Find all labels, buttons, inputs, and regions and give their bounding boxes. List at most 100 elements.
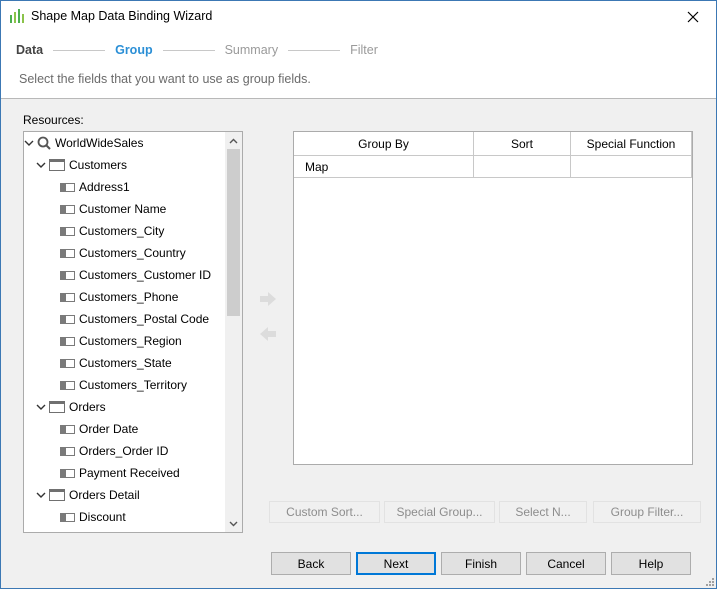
- tree-node-label: Customers_Phone: [79, 290, 179, 304]
- tree-field-node[interactable]: Customers_Phone: [60, 286, 178, 308]
- field-icon: [60, 446, 75, 456]
- chart-app-icon: [10, 9, 24, 23]
- tree-node-label: Orders_Order ID: [79, 444, 169, 458]
- table-icon: [49, 159, 65, 171]
- step-group[interactable]: Group: [115, 43, 153, 57]
- field-icon: [60, 182, 75, 192]
- add-field-button[interactable]: [258, 290, 278, 308]
- field-icon: [60, 512, 75, 522]
- resources-tree[interactable]: WorldWideSales Customers Address1 Customer…: [23, 131, 243, 533]
- tree-node-label: Customers_Territory: [79, 378, 188, 392]
- scroll-thumb[interactable]: [227, 149, 240, 316]
- custom-sort-button[interactable]: Custom Sort...: [269, 501, 380, 523]
- tree-root-label: WorldWideSales: [55, 136, 144, 150]
- chevron-down-icon[interactable]: [24, 138, 34, 148]
- tree-field-node[interactable]: Customer Name: [60, 198, 166, 220]
- table-icon: [49, 489, 65, 501]
- chevron-down-icon[interactable]: [36, 402, 46, 412]
- column-header-special-function: Special Function: [571, 132, 692, 156]
- special-group-button[interactable]: Special Group...: [384, 501, 495, 523]
- next-button[interactable]: Next: [356, 552, 436, 575]
- tree-node-label: Customer Name: [79, 202, 167, 216]
- tree-field-node[interactable]: Orders_Order ID: [60, 440, 168, 462]
- chevron-down-icon[interactable]: [36, 160, 46, 170]
- title-bar: Shape Map Data Binding Wizard: [1, 1, 716, 32]
- arrow-left-icon: [260, 327, 276, 341]
- back-button[interactable]: Back: [271, 552, 351, 575]
- finish-button[interactable]: Finish: [441, 552, 521, 575]
- step-divider: [288, 49, 341, 51]
- tree-node-label: Address1: [79, 180, 130, 194]
- step-summary[interactable]: Summary: [225, 43, 278, 57]
- step-data[interactable]: Data: [16, 43, 43, 57]
- tree-field-node[interactable]: Payment Received: [60, 462, 180, 484]
- field-icon: [60, 292, 75, 302]
- tree-node-label: Orders Detail: [69, 488, 140, 502]
- arrow-right-icon: [260, 292, 276, 306]
- resize-grip-icon[interactable]: [704, 576, 714, 586]
- field-icon: [60, 424, 75, 434]
- chevron-up-icon: [229, 138, 238, 143]
- tree-node-label: Customers_Region: [79, 334, 182, 348]
- tree-node-label: Customers_Postal Code: [79, 312, 210, 326]
- cancel-button[interactable]: Cancel: [526, 552, 606, 575]
- resources-label: Resources:: [23, 113, 84, 127]
- chevron-down-icon[interactable]: [36, 490, 46, 500]
- tree-node-label: Order Date: [79, 422, 139, 436]
- tree-field-node[interactable]: Order Date: [60, 418, 138, 440]
- tree-table-node[interactable]: Orders Detail: [36, 484, 140, 506]
- wizard-window: Shape Map Data Binding Wizard Data Group…: [0, 0, 717, 589]
- chevron-down-icon: [229, 521, 238, 526]
- wizard-header: Data Group Summary Filter Select the fie…: [1, 32, 716, 99]
- tree-field-node[interactable]: Customers_City: [60, 220, 164, 242]
- tree-node-label: Customers: [69, 158, 128, 172]
- tree-field-node[interactable]: Address1: [60, 176, 130, 198]
- tree-node-label: Orders: [69, 400, 106, 414]
- tree-node-label: Customers_State: [79, 356, 172, 370]
- query-icon: [37, 136, 51, 150]
- tree-node-label: Payment Received: [79, 466, 180, 480]
- tree-node-label: Customers_Country: [79, 246, 186, 260]
- table-icon: [49, 401, 65, 413]
- page-instructions: Select the fields that you want to use a…: [19, 72, 311, 86]
- grid-cell-group-by[interactable]: Map: [294, 156, 474, 178]
- tree-field-node[interactable]: Discount: [60, 506, 126, 528]
- grid-cell-sort[interactable]: [474, 156, 571, 178]
- remove-field-button[interactable]: [258, 325, 278, 343]
- close-button[interactable]: [670, 1, 716, 32]
- window-title: Shape Map Data Binding Wizard: [31, 9, 213, 23]
- field-icon: [60, 226, 75, 236]
- tree-scrollbar[interactable]: [225, 132, 242, 532]
- field-icon: [60, 468, 75, 478]
- step-divider: [162, 49, 215, 51]
- tree-field-node[interactable]: Customers_Postal Code: [60, 308, 209, 330]
- tree-field-node[interactable]: Customers_Region: [60, 330, 182, 352]
- column-header-group-by: Group By: [294, 132, 474, 156]
- tree-table-node[interactable]: Customers: [36, 154, 127, 176]
- tree-node-label: Discount: [79, 510, 126, 524]
- help-button[interactable]: Help: [611, 552, 691, 575]
- group-filter-button[interactable]: Group Filter...: [593, 501, 701, 523]
- tree-root[interactable]: WorldWideSales: [24, 132, 143, 154]
- scroll-down-button[interactable]: [225, 515, 242, 532]
- grid-header: Group By Sort Special Function: [294, 132, 692, 156]
- select-n-button[interactable]: Select N...: [499, 501, 587, 523]
- group-fields-grid[interactable]: Group By Sort Special Function Map: [293, 131, 693, 465]
- tree-field-node[interactable]: Customers_Customer ID: [60, 264, 211, 286]
- tree-node-label: Customers_City: [79, 224, 165, 238]
- tree-field-node[interactable]: Customers_State: [60, 352, 172, 374]
- tree-field-node[interactable]: Customers_Territory: [60, 374, 187, 396]
- grid-cell-special-function[interactable]: [571, 156, 692, 178]
- step-filter[interactable]: Filter: [350, 43, 378, 57]
- tree-node-label: Customers_Customer ID: [79, 268, 212, 282]
- step-indicator: Data Group Summary Filter: [16, 43, 378, 57]
- scroll-up-button[interactable]: [225, 132, 242, 149]
- tree-table-node[interactable]: Orders: [36, 396, 106, 418]
- field-icon: [60, 314, 75, 324]
- field-icon: [60, 380, 75, 390]
- field-icon: [60, 270, 75, 280]
- tree-field-node[interactable]: Customers_Country: [60, 242, 186, 264]
- step-divider: [53, 49, 106, 51]
- field-icon: [60, 204, 75, 214]
- column-header-sort: Sort: [474, 132, 571, 156]
